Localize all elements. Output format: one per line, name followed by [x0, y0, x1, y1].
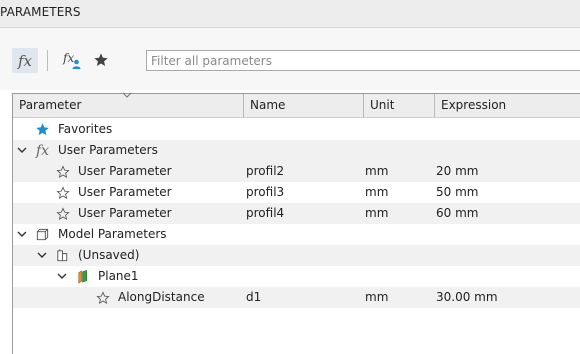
plane-icon	[75, 269, 90, 284]
parameter-label: User Parameter	[78, 206, 172, 220]
parameter-expression[interactable]: 50 mm	[436, 182, 478, 203]
parameter-expression[interactable]: 60 mm	[436, 203, 478, 224]
parameters-grid: Parameter Name Unit Expression Favorites…	[12, 92, 580, 354]
chevron-down-icon[interactable]	[16, 144, 28, 156]
parameter-expression[interactable]: 30.00 mm	[436, 287, 498, 308]
chevron-down-icon[interactable]	[56, 270, 68, 282]
sort-caret-icon	[122, 92, 132, 98]
parameter-name[interactable]: profil4	[246, 203, 284, 224]
filter-input[interactable]	[147, 51, 580, 70]
fx-function-icon: fx	[35, 142, 50, 159]
star-icon	[35, 122, 50, 137]
filter-search-field[interactable]	[146, 50, 580, 71]
user-fx-button[interactable]: fx	[60, 47, 84, 73]
table-row[interactable]: AlongDistance d1 mm 30.00 mm	[13, 287, 580, 308]
star-outline-icon[interactable]	[55, 164, 70, 179]
column-header-unit[interactable]: Unit	[364, 94, 435, 117]
parameter-label: AlongDistance	[118, 290, 205, 304]
fx-function-icon: fx	[17, 51, 32, 70]
parameter-unit[interactable]: mm	[365, 203, 388, 224]
model-parameters-label: Model Parameters	[58, 227, 167, 241]
table-row[interactable]: User Parameter profil2 mm 20 mm	[13, 161, 580, 182]
chevron-down-icon[interactable]	[16, 228, 28, 240]
tree-row-unsaved[interactable]: (Unsaved)	[13, 245, 580, 266]
star-outline-icon[interactable]	[55, 206, 70, 221]
parameter-name[interactable]: profil2	[246, 161, 284, 182]
user-function-icon: fx	[62, 51, 82, 69]
toolbar-separator	[47, 50, 48, 71]
star-icon	[94, 53, 108, 66]
tree-row-favorites[interactable]: Favorites	[13, 119, 580, 140]
tree-row-plane[interactable]: Plane1	[13, 266, 580, 287]
tree-row-model-parameters[interactable]: Model Parameters	[13, 224, 580, 245]
parameter-unit[interactable]: mm	[365, 182, 388, 203]
column-header-expression[interactable]: Expression	[435, 94, 580, 117]
column-header-parameter[interactable]: Parameter	[13, 92, 244, 117]
tree-row-user-parameters[interactable]: fx User Parameters	[13, 140, 580, 161]
fx-parameters-button[interactable]: fx	[12, 48, 38, 73]
panel-title: PARAMETERS	[0, 5, 81, 19]
table-row[interactable]: User Parameter profil3 mm 50 mm	[13, 182, 580, 203]
column-header-name[interactable]: Name	[244, 94, 364, 117]
chevron-down-icon[interactable]	[36, 249, 48, 261]
favorites-label: Favorites	[58, 122, 113, 136]
plane-label: Plane1	[98, 269, 139, 283]
parameter-unit[interactable]: mm	[365, 287, 388, 308]
grid-header: Parameter Name Unit Expression	[13, 92, 580, 118]
panel-title-bar: PARAMETERS	[0, 0, 580, 28]
favorites-button[interactable]	[90, 47, 112, 73]
parameter-name[interactable]: d1	[246, 287, 261, 308]
parameter-unit[interactable]: mm	[365, 161, 388, 182]
star-outline-icon[interactable]	[95, 290, 110, 305]
parameter-label: User Parameter	[78, 185, 172, 199]
unsaved-label: (Unsaved)	[78, 248, 140, 262]
parameter-name[interactable]: profil3	[246, 182, 284, 203]
user-parameters-label: User Parameters	[58, 143, 158, 157]
parameter-label: User Parameter	[78, 164, 172, 178]
cube-icon	[35, 227, 50, 242]
component-icon	[55, 248, 70, 263]
table-row[interactable]: User Parameter profil4 mm 60 mm	[13, 203, 580, 224]
star-outline-icon[interactable]	[55, 185, 70, 200]
parameter-expression[interactable]: 20 mm	[436, 161, 478, 182]
